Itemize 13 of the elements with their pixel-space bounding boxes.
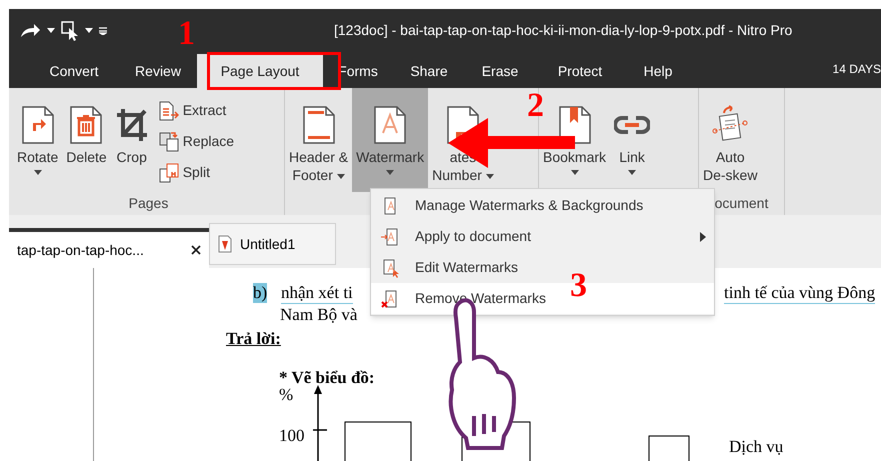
answer-heading: Trả lời:: [226, 328, 281, 350]
step-number: 2: [527, 88, 544, 124]
axis-tick-label: 100: [279, 425, 304, 447]
document-text: Nam Bộ và: [280, 305, 358, 325]
legend-label: Dịch vụ: [729, 436, 784, 458]
window-title: [123doc] - bai-tap-tap-on-tap-hoc-ki-ii-mon-dia-ly-lop-9-potx.pdf - Nitro Pro: [334, 21, 792, 40]
trial-label: 14 DAYS: [832, 61, 881, 78]
group-label: ocument: [714, 194, 768, 213]
step-number: 1: [178, 16, 195, 52]
document-text: tinh tế của vùng Đông: [724, 283, 876, 304]
item-label: b): [253, 283, 268, 303]
group-label: Pages: [128, 194, 168, 213]
document-text: nhận xét ti: [281, 283, 353, 304]
